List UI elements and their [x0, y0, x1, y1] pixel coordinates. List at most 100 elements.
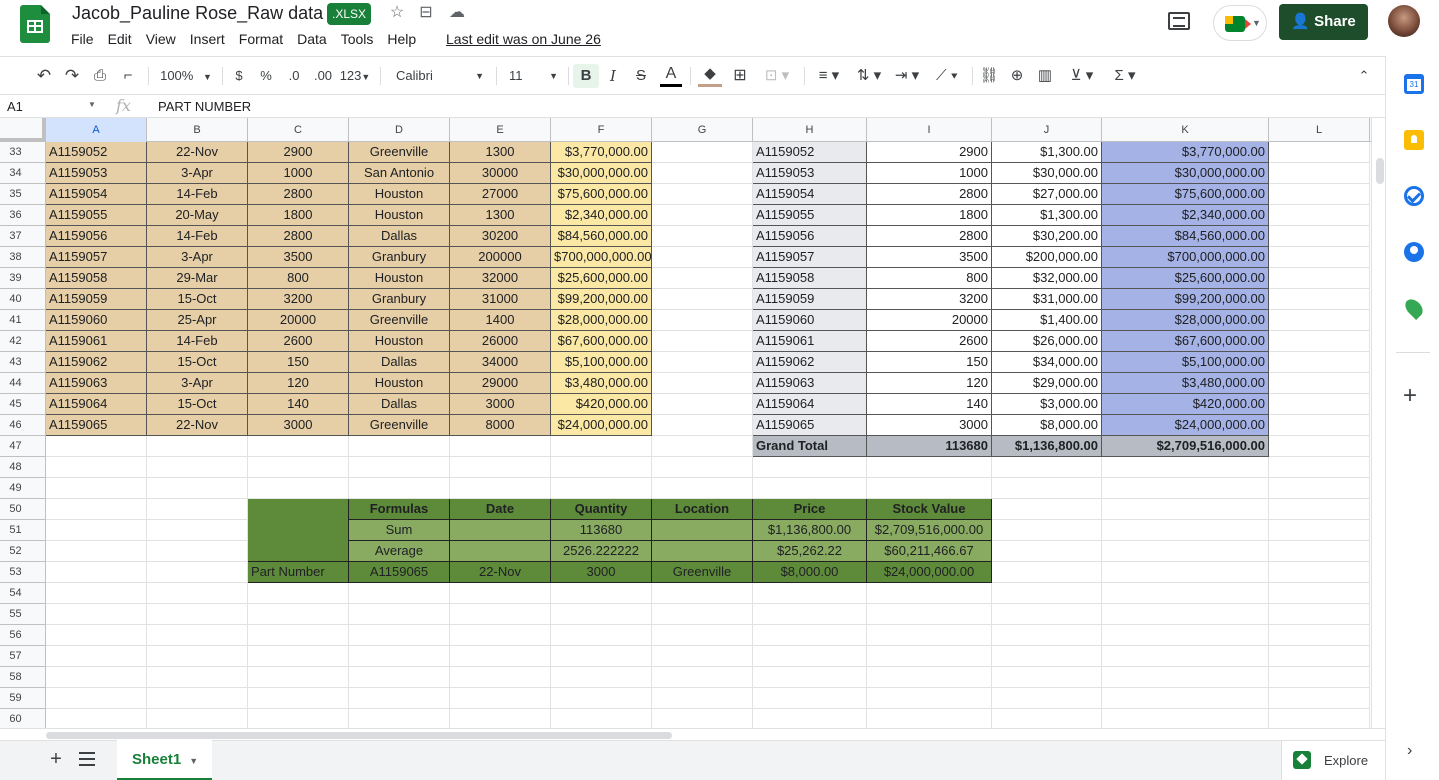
- pivot-cell[interactable]: $200,000.00: [992, 247, 1102, 268]
- empty-cell[interactable]: [551, 604, 652, 625]
- pivot-cell[interactable]: 2800: [867, 226, 992, 247]
- data-cell[interactable]: Greenville: [349, 310, 450, 331]
- empty-cell[interactable]: [1269, 205, 1370, 226]
- empty-cell[interactable]: [652, 436, 753, 457]
- data-cell[interactable]: $3,480,000.00: [551, 373, 652, 394]
- data-cell[interactable]: Dallas: [349, 394, 450, 415]
- empty-cell[interactable]: [867, 583, 992, 604]
- data-cell[interactable]: A1159058: [46, 268, 147, 289]
- summary-header-cell[interactable]: Price: [753, 499, 867, 520]
- menu-data[interactable]: Data: [290, 30, 334, 50]
- row-header[interactable]: 36: [0, 205, 46, 226]
- empty-cell[interactable]: [992, 541, 1102, 562]
- empty-cell[interactable]: [992, 688, 1102, 709]
- empty-cell[interactable]: [1269, 163, 1370, 184]
- pivot-cell[interactable]: 800: [867, 268, 992, 289]
- data-cell[interactable]: 15-Oct: [147, 394, 248, 415]
- row-header[interactable]: 50: [0, 499, 46, 520]
- empty-cell[interactable]: [46, 709, 147, 730]
- collapse-menu-icon[interactable]: ⌃: [1354, 64, 1374, 88]
- empty-cell[interactable]: [248, 478, 349, 499]
- empty-cell[interactable]: [1269, 142, 1370, 163]
- empty-cell[interactable]: [450, 667, 551, 688]
- pivot-cell[interactable]: $1,300.00: [992, 142, 1102, 163]
- row-header[interactable]: 53: [0, 562, 46, 583]
- empty-cell[interactable]: [867, 625, 992, 646]
- summary-average-cell[interactable]: [652, 541, 753, 562]
- empty-cell[interactable]: [147, 646, 248, 667]
- data-cell[interactable]: 1800: [248, 205, 349, 226]
- empty-cell[interactable]: [551, 646, 652, 667]
- empty-cell[interactable]: [652, 205, 753, 226]
- empty-cell[interactable]: [652, 604, 753, 625]
- empty-cell[interactable]: [867, 667, 992, 688]
- empty-cell[interactable]: [1269, 541, 1370, 562]
- all-sheets-icon[interactable]: [79, 752, 95, 766]
- empty-cell[interactable]: [652, 331, 753, 352]
- pivot-cell[interactable]: $30,200.00: [992, 226, 1102, 247]
- empty-cell[interactable]: [147, 541, 248, 562]
- pivot-cell[interactable]: $3,000.00: [992, 394, 1102, 415]
- paint-format-icon[interactable]: ⌐: [118, 64, 138, 88]
- data-cell[interactable]: $2,340,000.00: [551, 205, 652, 226]
- empty-cell[interactable]: [867, 604, 992, 625]
- data-cell[interactable]: A1159063: [46, 373, 147, 394]
- empty-cell[interactable]: [992, 667, 1102, 688]
- empty-cell[interactable]: [652, 646, 753, 667]
- italic-button[interactable]: I: [602, 64, 624, 88]
- data-cell[interactable]: A1159054: [46, 184, 147, 205]
- row-header[interactable]: 45: [0, 394, 46, 415]
- print-icon[interactable]: ⎙: [90, 64, 110, 88]
- data-cell[interactable]: A1159062: [46, 352, 147, 373]
- menu-help[interactable]: Help: [380, 30, 423, 50]
- data-cell[interactable]: $5,100,000.00: [551, 352, 652, 373]
- empty-cell[interactable]: [1269, 310, 1370, 331]
- avatar[interactable]: [1388, 5, 1420, 37]
- formula-input[interactable]: PART NUMBER: [158, 99, 251, 114]
- menu-view[interactable]: View: [139, 30, 183, 50]
- pivot-cell[interactable]: $26,000.00: [992, 331, 1102, 352]
- data-cell[interactable]: Houston: [349, 205, 450, 226]
- empty-cell[interactable]: [248, 583, 349, 604]
- empty-cell[interactable]: [1269, 331, 1370, 352]
- empty-cell[interactable]: [450, 478, 551, 499]
- tasks-icon[interactable]: [1404, 186, 1424, 206]
- name-box[interactable]: A1: [7, 99, 97, 114]
- summary-part-cell[interactable]: $8,000.00: [753, 562, 867, 583]
- data-cell[interactable]: Houston: [349, 268, 450, 289]
- empty-cell[interactable]: [551, 667, 652, 688]
- empty-cell[interactable]: [1102, 688, 1269, 709]
- empty-cell[interactable]: [1269, 562, 1370, 583]
- empty-cell[interactable]: [46, 583, 147, 604]
- empty-cell[interactable]: [450, 625, 551, 646]
- summary-header-cell[interactable]: Stock Value: [867, 499, 992, 520]
- row-header[interactable]: 34: [0, 163, 46, 184]
- empty-cell[interactable]: [1102, 478, 1269, 499]
- pivot-cell[interactable]: $2,340,000.00: [1102, 205, 1269, 226]
- empty-cell[interactable]: [992, 478, 1102, 499]
- empty-cell[interactable]: [867, 709, 992, 730]
- pivot-cell[interactable]: $31,000.00: [992, 289, 1102, 310]
- pivot-cell[interactable]: $3,770,000.00: [1102, 142, 1269, 163]
- empty-cell[interactable]: [1102, 562, 1269, 583]
- data-cell[interactable]: Greenville: [349, 142, 450, 163]
- empty-cell[interactable]: [1102, 604, 1269, 625]
- empty-cell[interactable]: [652, 373, 753, 394]
- empty-cell[interactable]: [147, 667, 248, 688]
- summary-part-cell[interactable]: 22-Nov: [450, 562, 551, 583]
- pivot-cell[interactable]: $30,000,000.00: [1102, 163, 1269, 184]
- data-cell[interactable]: 2800: [248, 226, 349, 247]
- empty-cell[interactable]: [349, 436, 450, 457]
- pivot-cell[interactable]: 3200: [867, 289, 992, 310]
- row-header[interactable]: 48: [0, 457, 46, 478]
- empty-cell[interactable]: [992, 457, 1102, 478]
- empty-cell[interactable]: [652, 583, 753, 604]
- summary-average-cell[interactable]: $60,211,466.67: [867, 541, 992, 562]
- borders-icon[interactable]: ⊞: [730, 64, 750, 88]
- keep-icon[interactable]: [1404, 130, 1424, 150]
- empty-cell[interactable]: [46, 562, 147, 583]
- data-cell[interactable]: 32000: [450, 268, 551, 289]
- spreadsheet-grid[interactable]: ABCDEFGHIJKL 33 34 35 36 37 38 39 40 41 42 43 44 45 4…: [0, 118, 1385, 730]
- bold-button[interactable]: B: [573, 64, 599, 88]
- pivot-cell[interactable]: 20000: [867, 310, 992, 331]
